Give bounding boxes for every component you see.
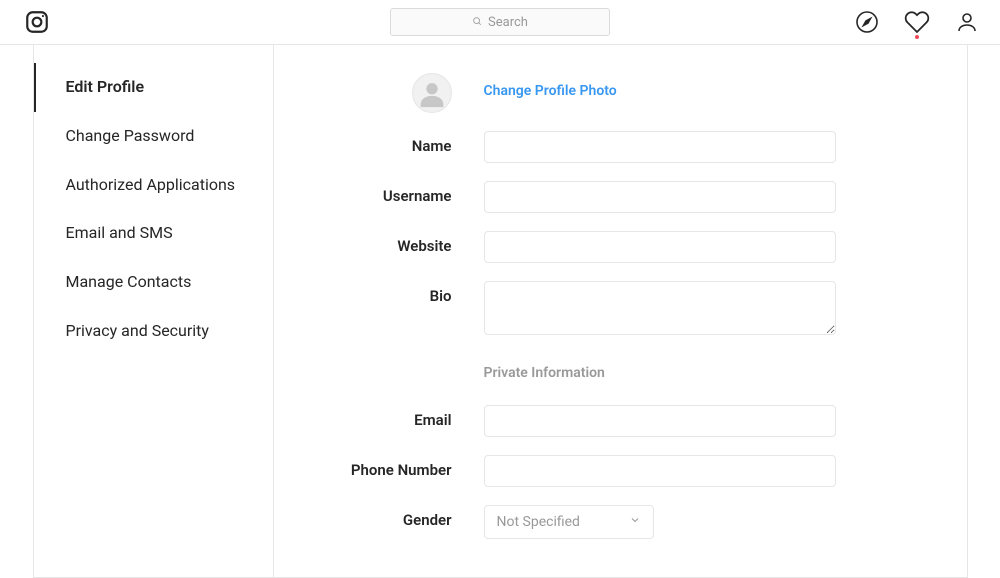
gender-selected-value: Not Specified [497,514,580,530]
search-input[interactable]: Search [390,8,610,36]
email-input[interactable] [484,405,836,437]
row-website: Website [334,231,907,263]
chevron-down-icon [629,514,641,530]
bio-textarea[interactable] [484,281,836,335]
search-placeholder: Search [488,15,528,30]
avatar-row: Change Profile Photo [334,73,907,113]
label-website: Website [334,231,484,255]
row-bio: Bio [334,281,907,339]
explore-icon[interactable] [854,9,880,35]
notification-dot [915,35,919,39]
row-name: Name [334,131,907,163]
label-bio: Bio [334,281,484,305]
profile-avatar[interactable] [412,73,452,113]
sidebar-item-email-sms[interactable]: Email and SMS [34,209,273,258]
username-input[interactable] [484,181,836,213]
sidebar-item-privacy-security[interactable]: Privacy and Security [34,307,273,356]
row-email: Email [334,405,907,437]
label-username: Username [334,181,484,205]
sidebar-item-edit-profile[interactable]: Edit Profile [34,63,273,112]
sidebar-item-label: Change Password [66,126,195,145]
gender-select[interactable]: Not Specified [484,505,654,539]
search-container: Search [390,8,610,36]
row-username: Username [334,181,907,213]
sidebar-item-label: Manage Contacts [66,272,192,291]
top-nav: Search [0,0,1000,45]
name-input[interactable] [484,131,836,163]
row-private-heading: Private Information [334,357,907,397]
edit-profile-form: Change Profile Photo Name Username Websi… [274,45,967,577]
row-phone: Phone Number [334,455,907,487]
private-information-heading: Private Information [484,365,836,381]
sidebar-item-manage-contacts[interactable]: Manage Contacts [34,258,273,307]
page-body: Edit Profile Change Password Authorized … [0,45,1000,578]
phone-input[interactable] [484,455,836,487]
sidebar-item-label: Privacy and Security [66,321,209,340]
label-gender: Gender [334,505,484,529]
settings-card: Edit Profile Change Password Authorized … [33,45,968,578]
sidebar-item-label: Authorized Applications [66,175,236,194]
activity-heart-icon[interactable] [904,9,930,35]
settings-sidebar: Edit Profile Change Password Authorized … [34,45,274,577]
sidebar-item-change-password[interactable]: Change Password [34,112,273,161]
nav-icons [854,9,980,35]
sidebar-item-label: Email and SMS [66,223,173,242]
change-profile-photo-link[interactable]: Change Profile Photo [484,73,836,99]
label-name: Name [334,131,484,155]
search-icon [472,15,482,30]
label-phone: Phone Number [334,455,484,479]
sidebar-item-label: Edit Profile [66,77,145,96]
label-email: Email [334,405,484,429]
sidebar-item-authorized-applications[interactable]: Authorized Applications [34,161,273,210]
profile-icon[interactable] [954,9,980,35]
row-gender: Gender Not Specified [334,505,907,539]
instagram-logo[interactable] [20,5,54,39]
website-input[interactable] [484,231,836,263]
